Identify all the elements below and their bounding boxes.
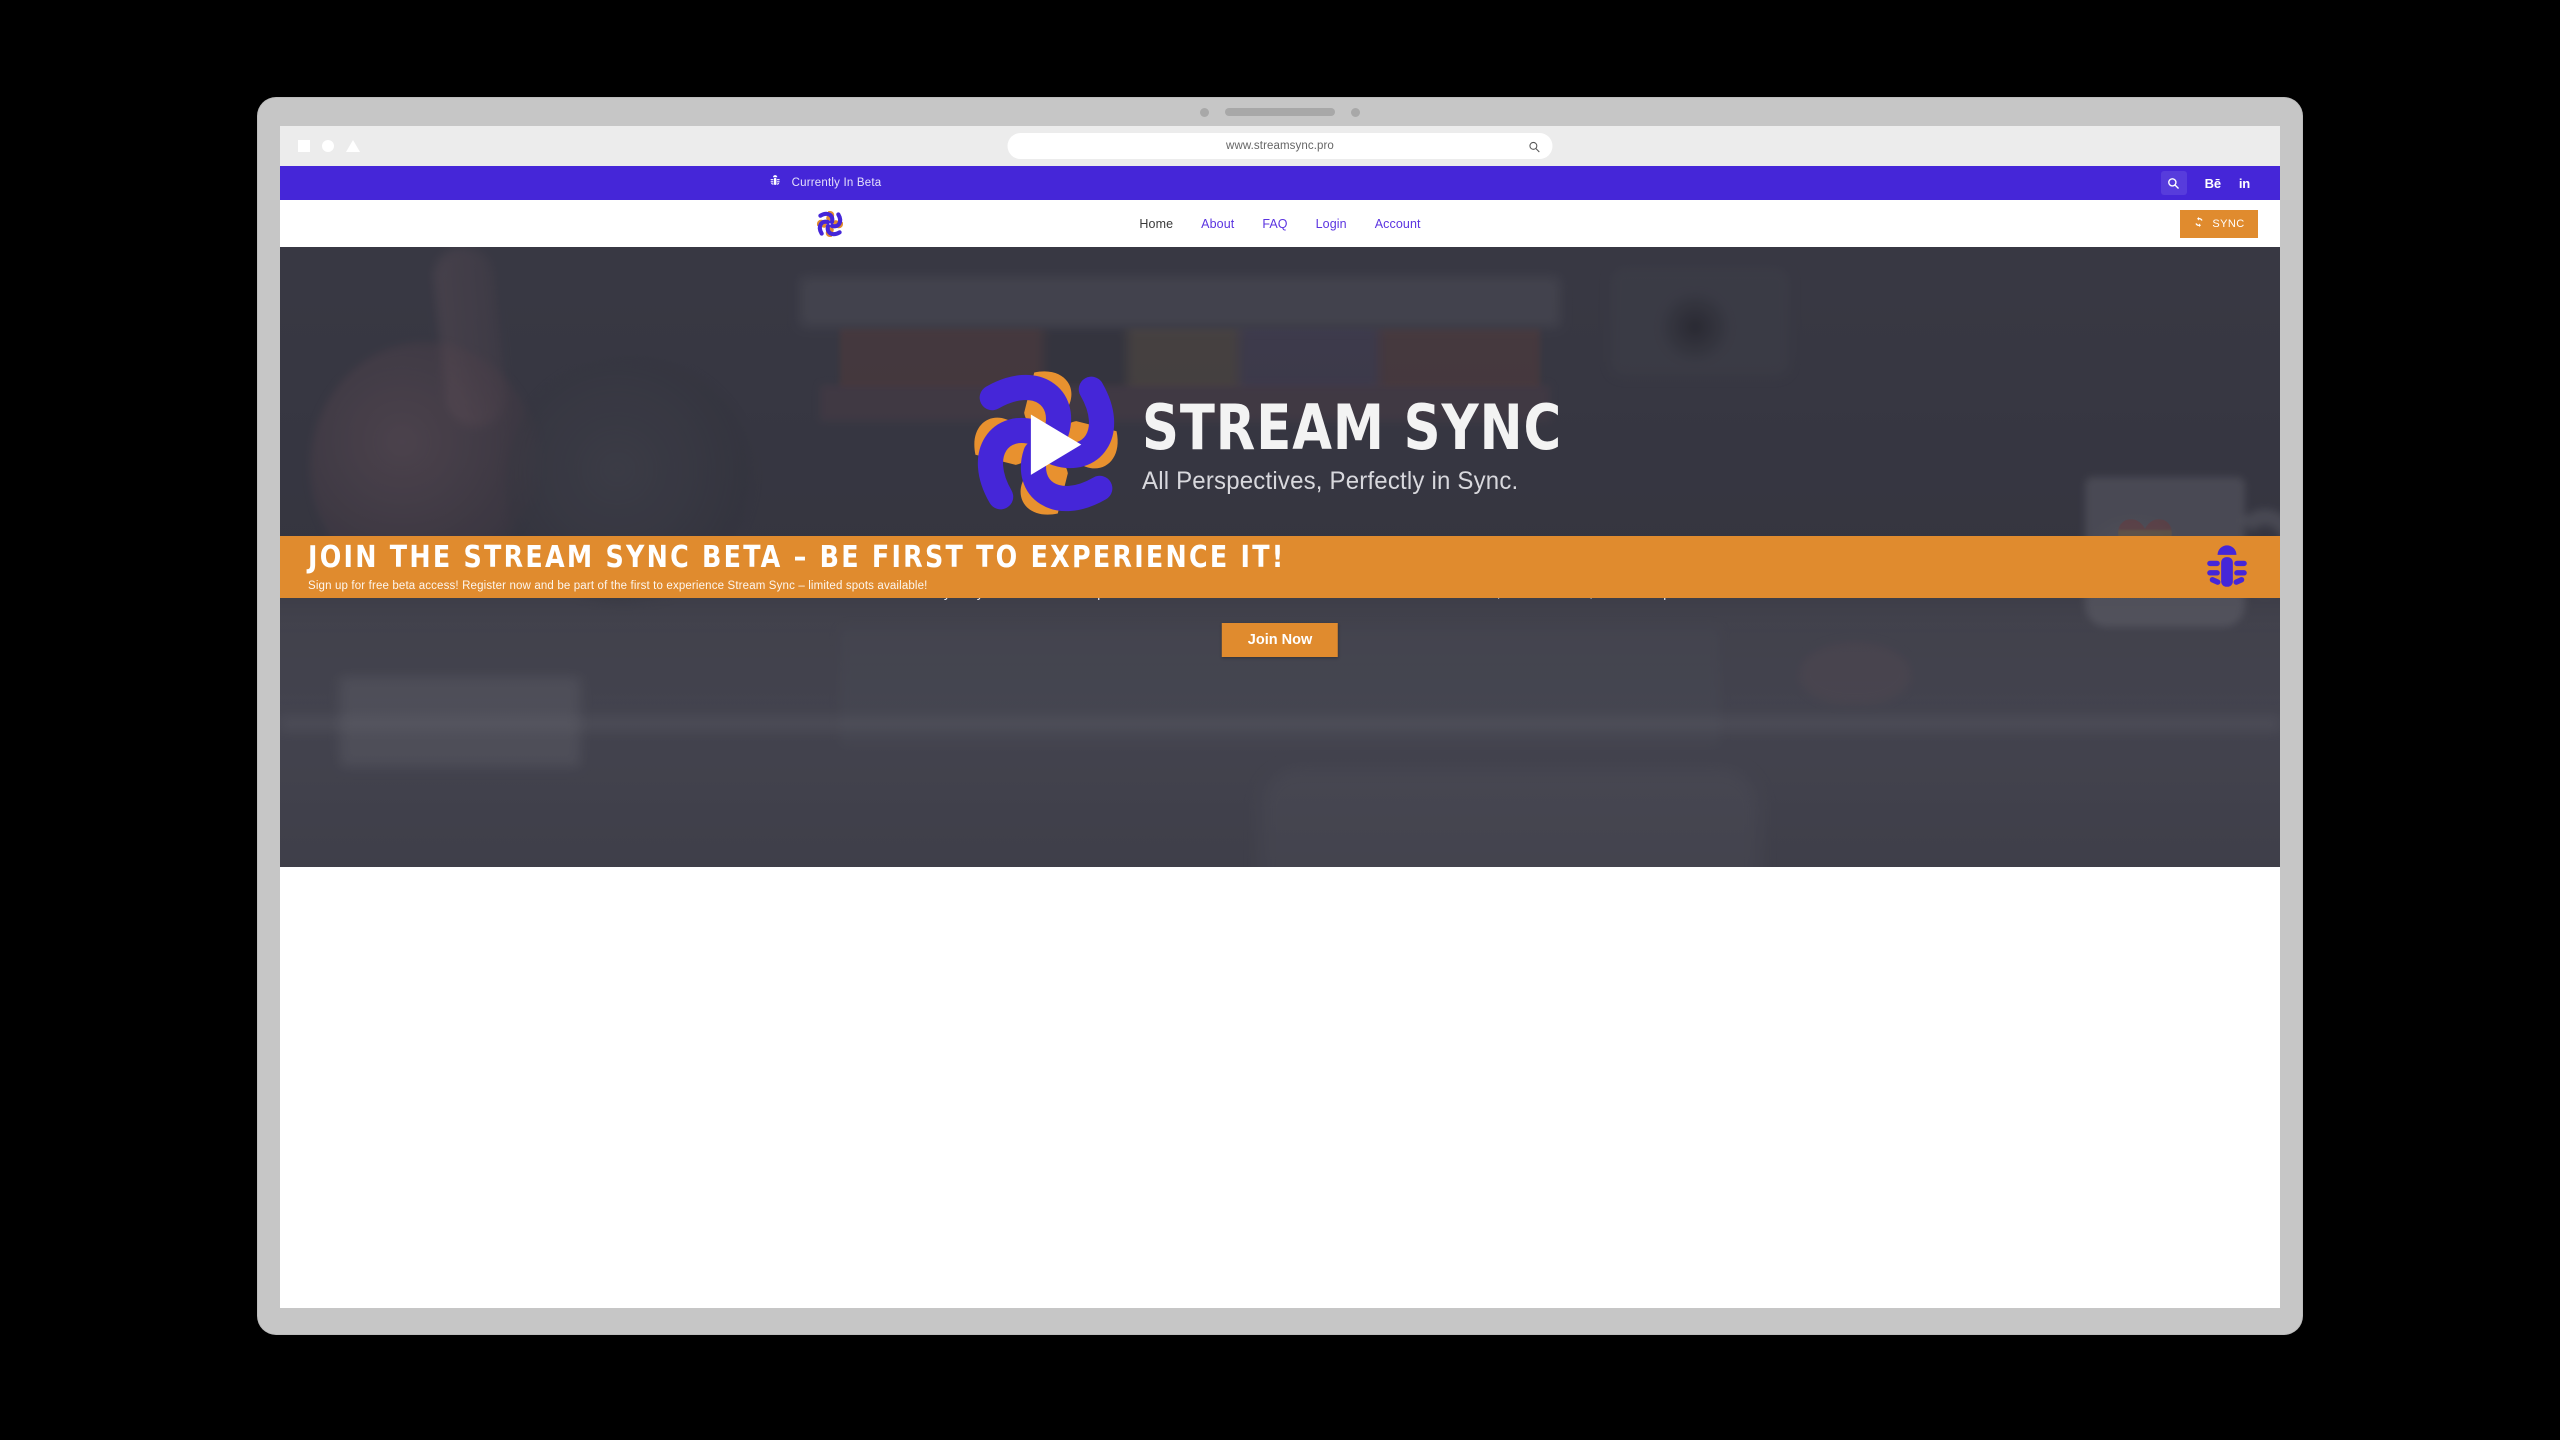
- nav-links: Home About FAQ Login Account: [1139, 217, 1420, 231]
- bug-icon: [769, 174, 782, 192]
- search-icon[interactable]: [2160, 171, 2187, 195]
- browser-window: www.streamsync.pro Currently In Beta Bē …: [280, 126, 2280, 1308]
- laptop-frame: www.streamsync.pro Currently In Beta Bē …: [258, 98, 2302, 1334]
- camera-dot-right: [1351, 107, 1360, 117]
- beta-banner-headline: JOIN THE STREAM SYNC BETA – BE FIRST TO …: [308, 539, 1286, 575]
- nav-item-home[interactable]: Home: [1139, 217, 1173, 231]
- join-now-button[interactable]: Join Now: [1221, 623, 1339, 657]
- site-logo[interactable]: [814, 208, 846, 240]
- announcement-text: Currently In Beta: [791, 177, 882, 189]
- window-controls[interactable]: [298, 140, 360, 152]
- camera-dot-left: [1200, 107, 1209, 117]
- nav-item-faq[interactable]: FAQ: [1262, 217, 1287, 231]
- announcement-actions: Bē in: [2160, 171, 2250, 195]
- page-viewport: Currently In Beta Bē in Home About FAQ L…: [280, 166, 2280, 1308]
- search-icon[interactable]: [1529, 140, 1541, 153]
- square-icon[interactable]: [298, 140, 310, 152]
- address-bar[interactable]: www.streamsync.pro: [1007, 133, 1553, 159]
- triangle-icon[interactable]: [346, 140, 360, 152]
- browser-toolbar: www.streamsync.pro: [280, 126, 2280, 166]
- hero-brand: STREAM SYNC All Perspectives, Perfectly …: [280, 359, 2280, 527]
- site-navbar: Home About FAQ Login Account SYNC: [280, 200, 2280, 247]
- beta-banner-texts: JOIN THE STREAM SYNC BETA – BE FIRST TO …: [308, 539, 2200, 592]
- circle-icon[interactable]: [322, 140, 334, 152]
- nav-item-account[interactable]: Account: [1375, 217, 1421, 231]
- stream-sync-logo-icon: [962, 359, 1130, 527]
- monitor-bezel: [258, 98, 2302, 126]
- beta-banner[interactable]: JOIN THE STREAM SYNC BETA – BE FIRST TO …: [280, 536, 2280, 598]
- bug-icon: [2200, 540, 2254, 594]
- sync-refresh-icon: [2193, 216, 2205, 231]
- hero-titles: STREAM SYNC All Perspectives, Perfectly …: [1142, 391, 1599, 496]
- nav-item-login[interactable]: Login: [1316, 217, 1347, 231]
- hero-section: STREAM SYNC All Perspectives, Perfectly …: [280, 247, 2280, 867]
- sync-button[interactable]: SYNC: [2180, 209, 2258, 238]
- behance-icon[interactable]: Bē: [2205, 176, 2221, 191]
- linkedin-icon[interactable]: in: [2239, 176, 2250, 191]
- beta-banner-subtext: Sign up for free beta access! Register n…: [308, 579, 928, 592]
- speaker-grille: [1225, 108, 1335, 116]
- sync-button-label: SYNC: [2212, 217, 2245, 230]
- page-title: STREAM SYNC: [1141, 390, 1562, 464]
- url-text: www.streamsync.pro: [1226, 140, 1334, 152]
- hero-tagline: All Perspectives, Perfectly in Sync.: [1141, 466, 1519, 495]
- nav-item-about[interactable]: About: [1201, 217, 1234, 231]
- announcement-bar: Currently In Beta Bē in: [280, 166, 2280, 200]
- page-below-fold: [280, 867, 2280, 1167]
- beta-notice: Currently In Beta: [769, 174, 882, 192]
